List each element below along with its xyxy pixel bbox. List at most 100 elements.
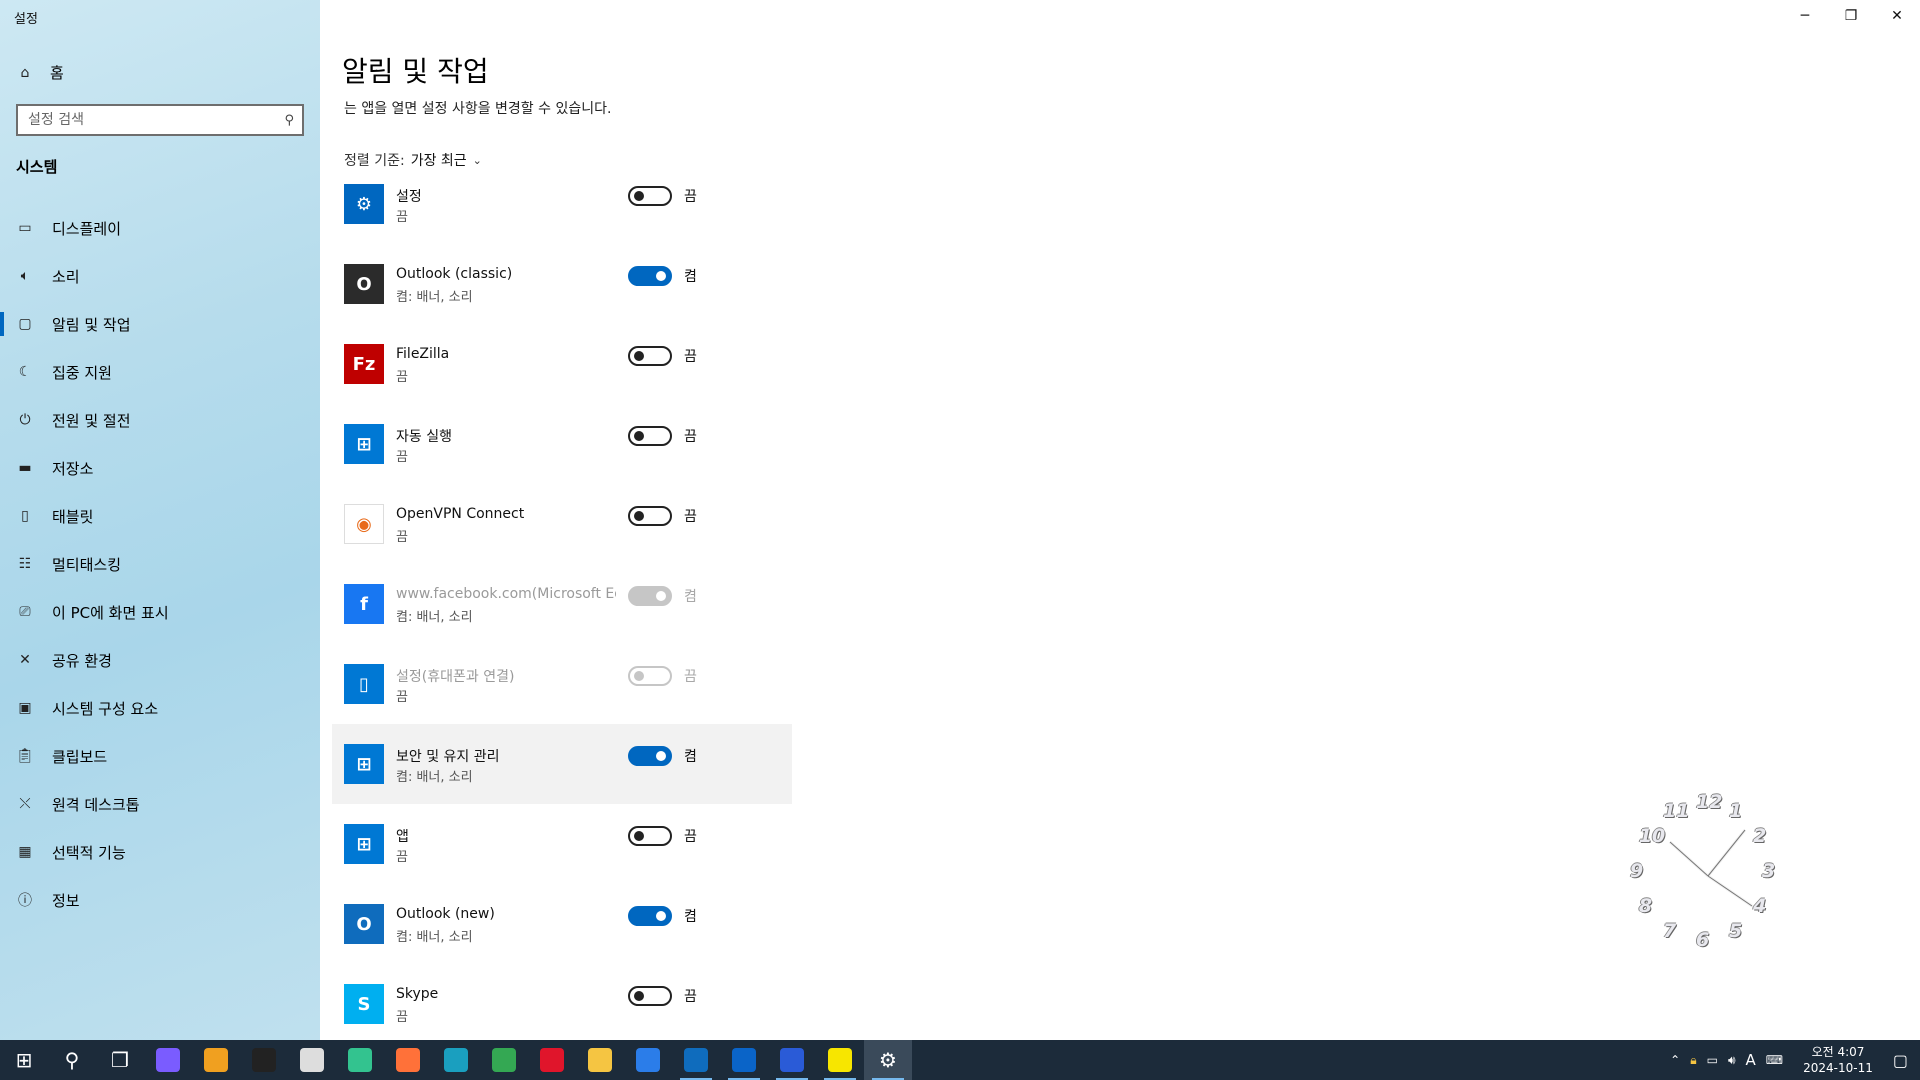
taskbar-button[interactable]: ⚲ bbox=[48, 1040, 96, 1080]
sidebar-item-7[interactable]: ☷ 멀티태스킹 bbox=[0, 540, 320, 588]
sidebar-item-11[interactable]: 📋︎ 클립보드 bbox=[0, 732, 320, 780]
app-row[interactable]: ⊞ 앱 끔 끔 bbox=[332, 804, 792, 884]
taskbar-button[interactable] bbox=[528, 1040, 576, 1080]
taskbar-button[interactable] bbox=[624, 1040, 672, 1080]
taskbar-button[interactable] bbox=[576, 1040, 624, 1080]
app-status-detail: 켬: 배너, 소리 bbox=[396, 290, 473, 305]
sidebar-item-10[interactable]: ▣ 시스템 구성 요소 bbox=[0, 684, 320, 732]
taskbar-button[interactable] bbox=[720, 1040, 768, 1080]
taskbar-button[interactable] bbox=[288, 1040, 336, 1080]
volume-icon[interactable]: 🔊︎ bbox=[1728, 1053, 1736, 1068]
lock-icon[interactable]: 🔒︎ bbox=[1690, 1053, 1696, 1068]
search-box[interactable]: ⚲ bbox=[16, 104, 304, 136]
taskbar-button[interactable] bbox=[672, 1040, 720, 1080]
app-row[interactable]: ⊞ 보안 및 유지 관리 켬: 배너, 소리 켬 bbox=[332, 724, 792, 804]
app-row[interactable]: ⚙ 설정 끔 끔 bbox=[332, 164, 792, 244]
taskbar-button[interactable] bbox=[336, 1040, 384, 1080]
sidebar: 설정 ⌂ 홈 ⚲ 시스템 ▭ 디스플레이 🔈︎ 소리 ▢ 알림 및 작업 ☾ 집중 지원 ⏻ 전원… bbox=[0, 0, 320, 1040]
clock-number: 9 bbox=[1630, 860, 1644, 882]
taskbar-button[interactable]: ❐ bbox=[96, 1040, 144, 1080]
search-input[interactable] bbox=[28, 112, 268, 128]
notification-center-icon[interactable]: ▢ bbox=[1893, 1051, 1908, 1070]
kakaotalk-icon bbox=[828, 1048, 852, 1072]
sidebar-item-5[interactable]: ▬ 저장소 bbox=[0, 444, 320, 492]
sidebar-item-4[interactable]: ⏻ 전원 및 절전 bbox=[0, 396, 320, 444]
taskbar-button[interactable] bbox=[240, 1040, 288, 1080]
taskbar-button[interactable] bbox=[480, 1040, 528, 1080]
sidebar-item-0[interactable]: ▭ 디스플레이 bbox=[0, 204, 320, 252]
chevron-up-icon[interactable]: ⌃ bbox=[1670, 1053, 1680, 1067]
ime-indicator[interactable]: A bbox=[1746, 1051, 1756, 1069]
sidebar-item-label: 집중 지원 bbox=[52, 363, 112, 382]
home-link[interactable]: ⌂ 홈 bbox=[16, 62, 64, 83]
notification-toggle[interactable] bbox=[628, 906, 672, 926]
skype-icon: S bbox=[344, 984, 384, 1024]
tablet-icon: ▯ bbox=[21, 508, 29, 524]
taskbar-clock[interactable]: 오전 4:07 2024-10-11 bbox=[1803, 1044, 1873, 1076]
minimize-button[interactable]: ─ bbox=[1782, 0, 1828, 32]
copilot-icon bbox=[156, 1048, 180, 1072]
toggle-state-label: 켬 bbox=[684, 909, 697, 925]
taskbar-button[interactable] bbox=[384, 1040, 432, 1080]
clock-number: 12 bbox=[1696, 790, 1723, 813]
maximize-button[interactable]: ❐ bbox=[1828, 0, 1874, 32]
toggle-state-label: 켬 bbox=[684, 269, 697, 285]
app-status-detail: 끔 bbox=[396, 210, 408, 225]
app-name: OpenVPN Connect bbox=[396, 506, 525, 522]
sidebar-item-14[interactable]: ⓘ 정보 bbox=[0, 876, 320, 924]
sidebar-item-label: 소리 bbox=[52, 267, 80, 286]
taskbar-button[interactable] bbox=[432, 1040, 480, 1080]
app-row[interactable]: S Skype 끔 끔 bbox=[332, 964, 792, 1044]
app-row[interactable]: ▯ 설정(휴대폰과 연결) 끔 끔 bbox=[332, 644, 792, 724]
notification-toggle[interactable] bbox=[628, 266, 672, 286]
app-status-detail: 끔 bbox=[396, 1010, 408, 1025]
toggle-state-label: 켬 bbox=[684, 749, 697, 765]
taskbar-button[interactable] bbox=[144, 1040, 192, 1080]
sidebar-item-label: 저장소 bbox=[52, 459, 94, 478]
app-status-detail: 켬: 배너, 소리 bbox=[396, 930, 473, 945]
notification-toggle[interactable] bbox=[628, 826, 672, 846]
taskbar-button[interactable] bbox=[816, 1040, 864, 1080]
search-icon[interactable]: ⚲ bbox=[284, 113, 294, 128]
network-icon[interactable]: ▭ bbox=[1707, 1053, 1718, 1067]
notification-toggle[interactable] bbox=[628, 506, 672, 526]
sidebar-item-3[interactable]: ☾ 집중 지원 bbox=[0, 348, 320, 396]
gear-icon: ⚙ bbox=[344, 184, 384, 224]
app-row[interactable]: ◉ OpenVPN Connect 끔 끔 bbox=[332, 484, 792, 564]
app-name: 보안 및 유지 관리 bbox=[396, 749, 500, 765]
app-name: Skype bbox=[396, 986, 439, 1002]
sidebar-item-12[interactable]: ⤬ 원격 데스크톱 bbox=[0, 780, 320, 828]
toggle-knob bbox=[634, 191, 644, 201]
clock-number: 1 bbox=[1729, 799, 1743, 822]
taskbar-button[interactable] bbox=[768, 1040, 816, 1080]
app-row[interactable]: Fz FileZilla 끔 끔 bbox=[332, 324, 792, 404]
app-name: 설정(휴대폰과 연결) bbox=[396, 669, 515, 685]
taskbar-button[interactable] bbox=[192, 1040, 240, 1080]
notification-toggle[interactable] bbox=[628, 186, 672, 206]
settings-taskbar-icon: ⚙ bbox=[879, 1048, 897, 1072]
app-row[interactable]: O Outlook (classic) 켬: 배너, 소리 켬 bbox=[332, 244, 792, 324]
toggle-state-label: 끔 bbox=[684, 669, 697, 685]
notification-toggle[interactable] bbox=[628, 746, 672, 766]
taskbar-button[interactable]: ⚙ bbox=[864, 1040, 912, 1080]
close-button[interactable]: ✕ bbox=[1874, 0, 1920, 32]
notification-toggle[interactable] bbox=[628, 986, 672, 1006]
toggle-knob bbox=[656, 271, 666, 281]
notification-toggle bbox=[628, 586, 672, 606]
sidebar-item-1[interactable]: 🔈︎ 소리 bbox=[0, 252, 320, 300]
sidebar-item-label: 태블릿 bbox=[52, 507, 94, 526]
notification-toggle[interactable] bbox=[628, 426, 672, 446]
sidebar-item-13[interactable]: ▦ 선택적 기능 bbox=[0, 828, 320, 876]
sidebar-item-6[interactable]: ▯ 태블릿 bbox=[0, 492, 320, 540]
app-row[interactable]: ⊞ 자동 실행 끔 끔 bbox=[332, 404, 792, 484]
keyboard-icon[interactable]: ⌨ bbox=[1766, 1053, 1783, 1067]
sidebar-item-2[interactable]: ▢ 알림 및 작업 bbox=[0, 300, 320, 348]
notification-toggle[interactable] bbox=[628, 346, 672, 366]
app-row[interactable]: O Outlook (new) 켬: 배너, 소리 켬 bbox=[332, 884, 792, 964]
sidebar-item-8[interactable]: ⎚ 이 PC에 화면 표시 bbox=[0, 588, 320, 636]
clock-number: 5 bbox=[1729, 920, 1743, 942]
sidebar-item-9[interactable]: ✕ 공유 환경 bbox=[0, 636, 320, 684]
app-row[interactable]: f www.facebook.com(Microsoft Ed... 켬: 배너, … bbox=[332, 564, 792, 644]
features-icon: ▦ bbox=[18, 844, 32, 860]
taskbar-button[interactable]: ⊞ bbox=[0, 1040, 48, 1080]
